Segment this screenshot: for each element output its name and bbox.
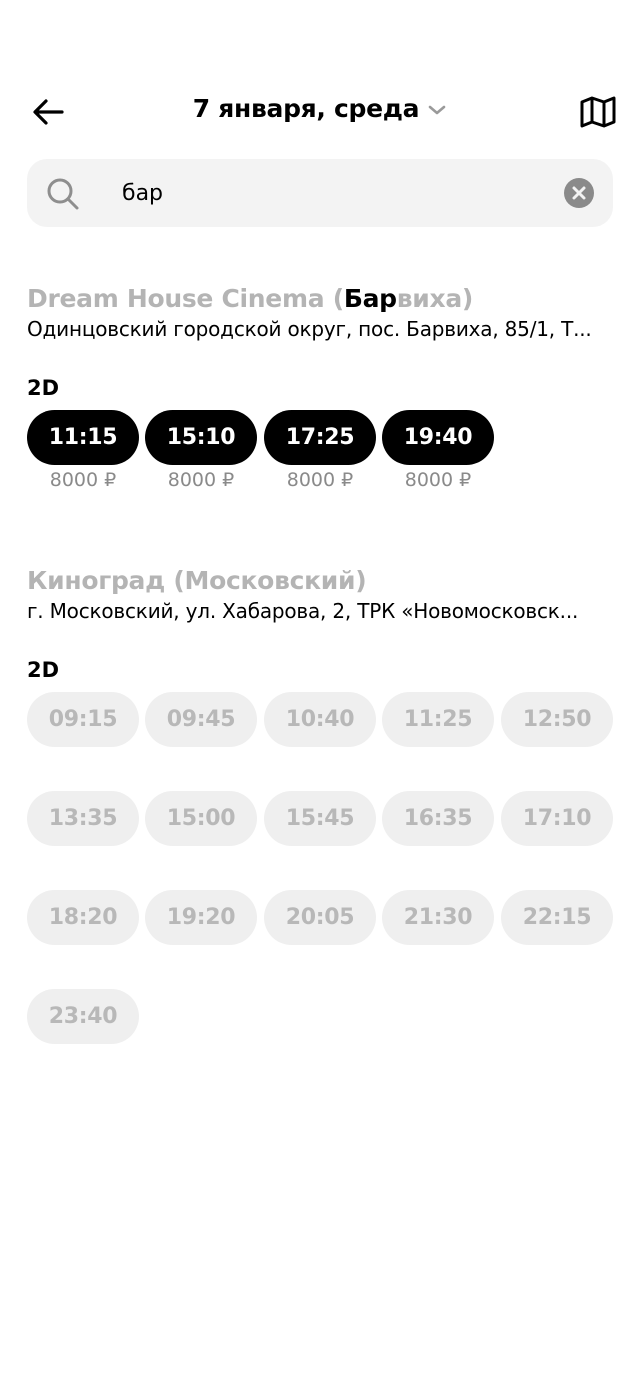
- session-price: 8000 ₽: [167, 469, 235, 491]
- search-icon: [47, 178, 79, 210]
- cinema-title[interactable]: Киноград (Московский): [27, 566, 613, 595]
- session-button[interactable]: 15:45: [264, 791, 376, 846]
- format-label: 2D: [27, 376, 60, 400]
- session-button[interactable]: 16:35: [382, 791, 494, 846]
- session-button[interactable]: 10:40: [264, 692, 376, 747]
- session-price: 8000 ₽: [286, 469, 354, 491]
- session-button[interactable]: 17:10: [501, 791, 613, 846]
- cinema-card: Киноград (Московский) г. Московский, ул.…: [27, 566, 613, 1044]
- clear-search-icon[interactable]: [564, 178, 594, 208]
- top-bar: 7 января, среда: [0, 80, 640, 142]
- session-button[interactable]: 09:45: [145, 692, 257, 747]
- search-match-highlight: Бар: [343, 284, 397, 313]
- session-price: 8000 ₽: [49, 469, 117, 491]
- session-button[interactable]: 18:20: [27, 890, 139, 945]
- session-price: 8000 ₽: [404, 469, 472, 491]
- date-label: 7 января, среда: [192, 94, 420, 123]
- session-button[interactable]: 09:15: [27, 692, 139, 747]
- session-button[interactable]: 13:35: [27, 791, 139, 846]
- session-button[interactable]: 11:15: [27, 410, 139, 465]
- session-button[interactable]: 19:40: [382, 410, 494, 465]
- session-button[interactable]: 15:00: [145, 791, 257, 846]
- session-button[interactable]: 19:20: [145, 890, 257, 945]
- cinema-address: г. Московский, ул. Хабарова, 2, ТРК «Нов…: [27, 599, 579, 623]
- chevron-down-icon: [427, 94, 447, 123]
- session-button[interactable]: 12:50: [501, 692, 613, 747]
- search-input[interactable]: [122, 173, 562, 213]
- cinema-title[interactable]: Dream House Cinema (Барвиха): [27, 284, 613, 313]
- map-button[interactable]: [578, 94, 618, 130]
- session-button[interactable]: 11:25: [382, 692, 494, 747]
- session-button[interactable]: 23:40: [27, 989, 139, 1044]
- date-selector[interactable]: 7 января, среда: [0, 94, 640, 123]
- session-button[interactable]: 20:05: [264, 890, 376, 945]
- cinema-card: Dream House Cinema (Барвиха) Одинцовский…: [27, 284, 613, 491]
- session-button[interactable]: 21:30: [382, 890, 494, 945]
- session-button[interactable]: 17:25: [264, 410, 376, 465]
- search-bar: [27, 159, 613, 227]
- session-button[interactable]: 15:10: [145, 410, 257, 465]
- session-button[interactable]: 22:15: [501, 890, 613, 945]
- cinema-address: Одинцовский городской округ, пос. Барвих…: [27, 317, 592, 341]
- map-icon: [580, 96, 616, 128]
- format-label: 2D: [27, 658, 60, 682]
